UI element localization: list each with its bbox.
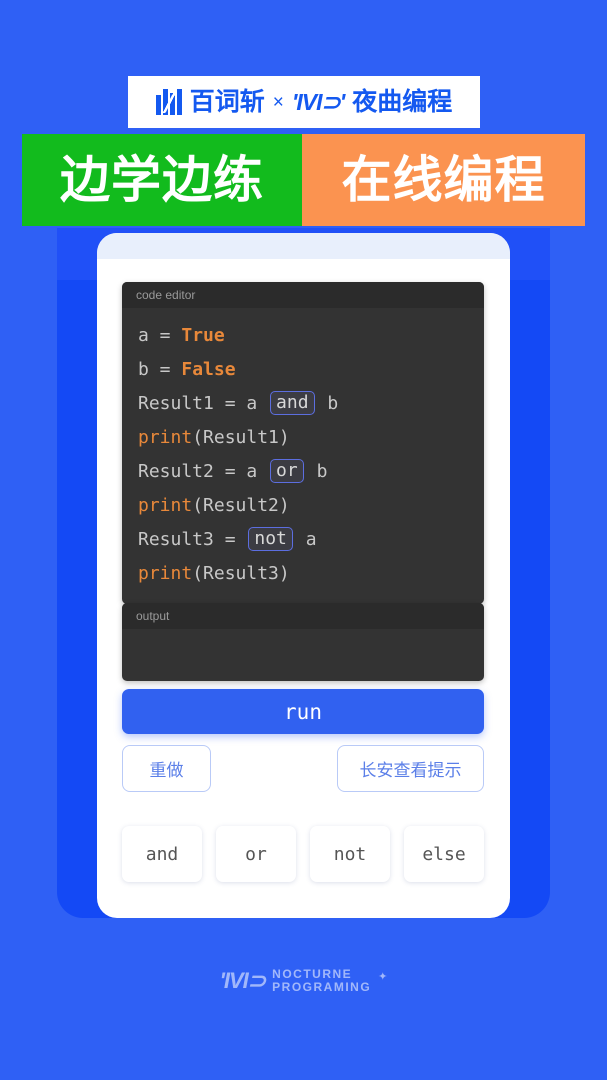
redo-button[interactable]: 重做 xyxy=(122,745,211,792)
code-token: print xyxy=(138,494,193,516)
footer-line-2: PROGRAMING xyxy=(272,979,372,994)
code-token: b = xyxy=(138,358,182,380)
code-token: False xyxy=(181,358,236,380)
baicizhan-logo-icon xyxy=(155,89,184,115)
nocturne-logo-icon: 'IVI⊃' xyxy=(291,88,345,115)
code-line: Result3 = not a xyxy=(138,522,484,556)
footer-wordmark: NOCTURNE PROGRAMING xyxy=(272,968,371,993)
code-token: Result2 = a xyxy=(138,460,269,482)
code-token: Result3 = xyxy=(138,528,247,550)
token-chip[interactable]: else xyxy=(404,826,484,882)
token-chip[interactable]: not xyxy=(310,826,390,882)
banner-right-text: 在线编程 xyxy=(341,152,546,208)
code-token: b xyxy=(305,460,328,482)
token-chip[interactable]: and xyxy=(122,826,202,882)
code-token: print xyxy=(138,426,193,448)
view-hint-button[interactable]: 长安查看提示 xyxy=(337,745,484,792)
code-line: Result1 = a and b xyxy=(138,386,484,420)
sparkle-icon: ✦ xyxy=(378,971,388,983)
secondary-actions: 重做 长安查看提示 xyxy=(122,745,484,792)
code-editor-panel[interactable]: code editor a = True b = False Result1 = a… xyxy=(122,282,484,604)
code-token-slot[interactable]: not xyxy=(248,526,293,552)
brand-primary-label: 百词斩 xyxy=(189,87,265,116)
code-token: (Result3) xyxy=(192,562,290,584)
promo-banner: 边学边练 在线编程 xyxy=(22,134,585,226)
app-card: code editor a = True b = False Result1 = a… xyxy=(97,233,510,918)
card-top-band xyxy=(97,233,510,259)
token-chip-row: and or not else xyxy=(122,826,484,882)
code-token: True xyxy=(181,324,225,346)
code-line: b = False xyxy=(138,352,484,386)
token-chip[interactable]: or xyxy=(216,826,296,882)
footer-logo: 'IVI⊃ NOCTURNE PROGRAMING ✦ xyxy=(0,968,607,993)
nocturne-logo-icon-footer: 'IVI⊃ xyxy=(219,967,267,993)
code-editor-body[interactable]: a = True b = False Result1 = a and b print(… xyxy=(122,308,484,604)
output-content xyxy=(122,629,484,681)
brand-partner-label: 夜曲编程 xyxy=(352,87,453,116)
banner-right-panel: 在线编程 xyxy=(302,134,585,226)
code-token-slot[interactable]: and xyxy=(270,390,315,416)
code-line: a = True xyxy=(138,318,484,352)
header-logo-strip: 百词斩 × 'IVI⊃' 夜曲编程 xyxy=(128,76,480,128)
code-token: Result1 = a xyxy=(138,392,269,414)
banner-left-text: 边学边练 xyxy=(60,152,264,208)
code-token: (Result2) xyxy=(192,494,290,516)
footer-line-1: NOCTURNE xyxy=(272,967,353,981)
code-line: print (Result2) xyxy=(138,488,484,522)
code-token-slot[interactable]: or xyxy=(270,458,304,484)
code-editor-title: code editor xyxy=(122,282,484,308)
code-line: print (Result1) xyxy=(138,420,484,454)
code-token: print xyxy=(138,562,193,584)
output-panel: output xyxy=(122,603,484,681)
code-token: a xyxy=(294,528,317,550)
output-title: output xyxy=(122,603,484,629)
cross-icon: × xyxy=(272,91,284,113)
code-token: (Result1) xyxy=(192,426,290,448)
code-line: print (Result3) xyxy=(138,556,484,590)
code-token: a = xyxy=(138,324,182,346)
run-button[interactable]: run xyxy=(122,689,484,734)
banner-left-panel: 边学边练 xyxy=(22,134,302,226)
code-line: Result2 = a or b xyxy=(138,454,484,488)
code-token: b xyxy=(316,392,339,414)
